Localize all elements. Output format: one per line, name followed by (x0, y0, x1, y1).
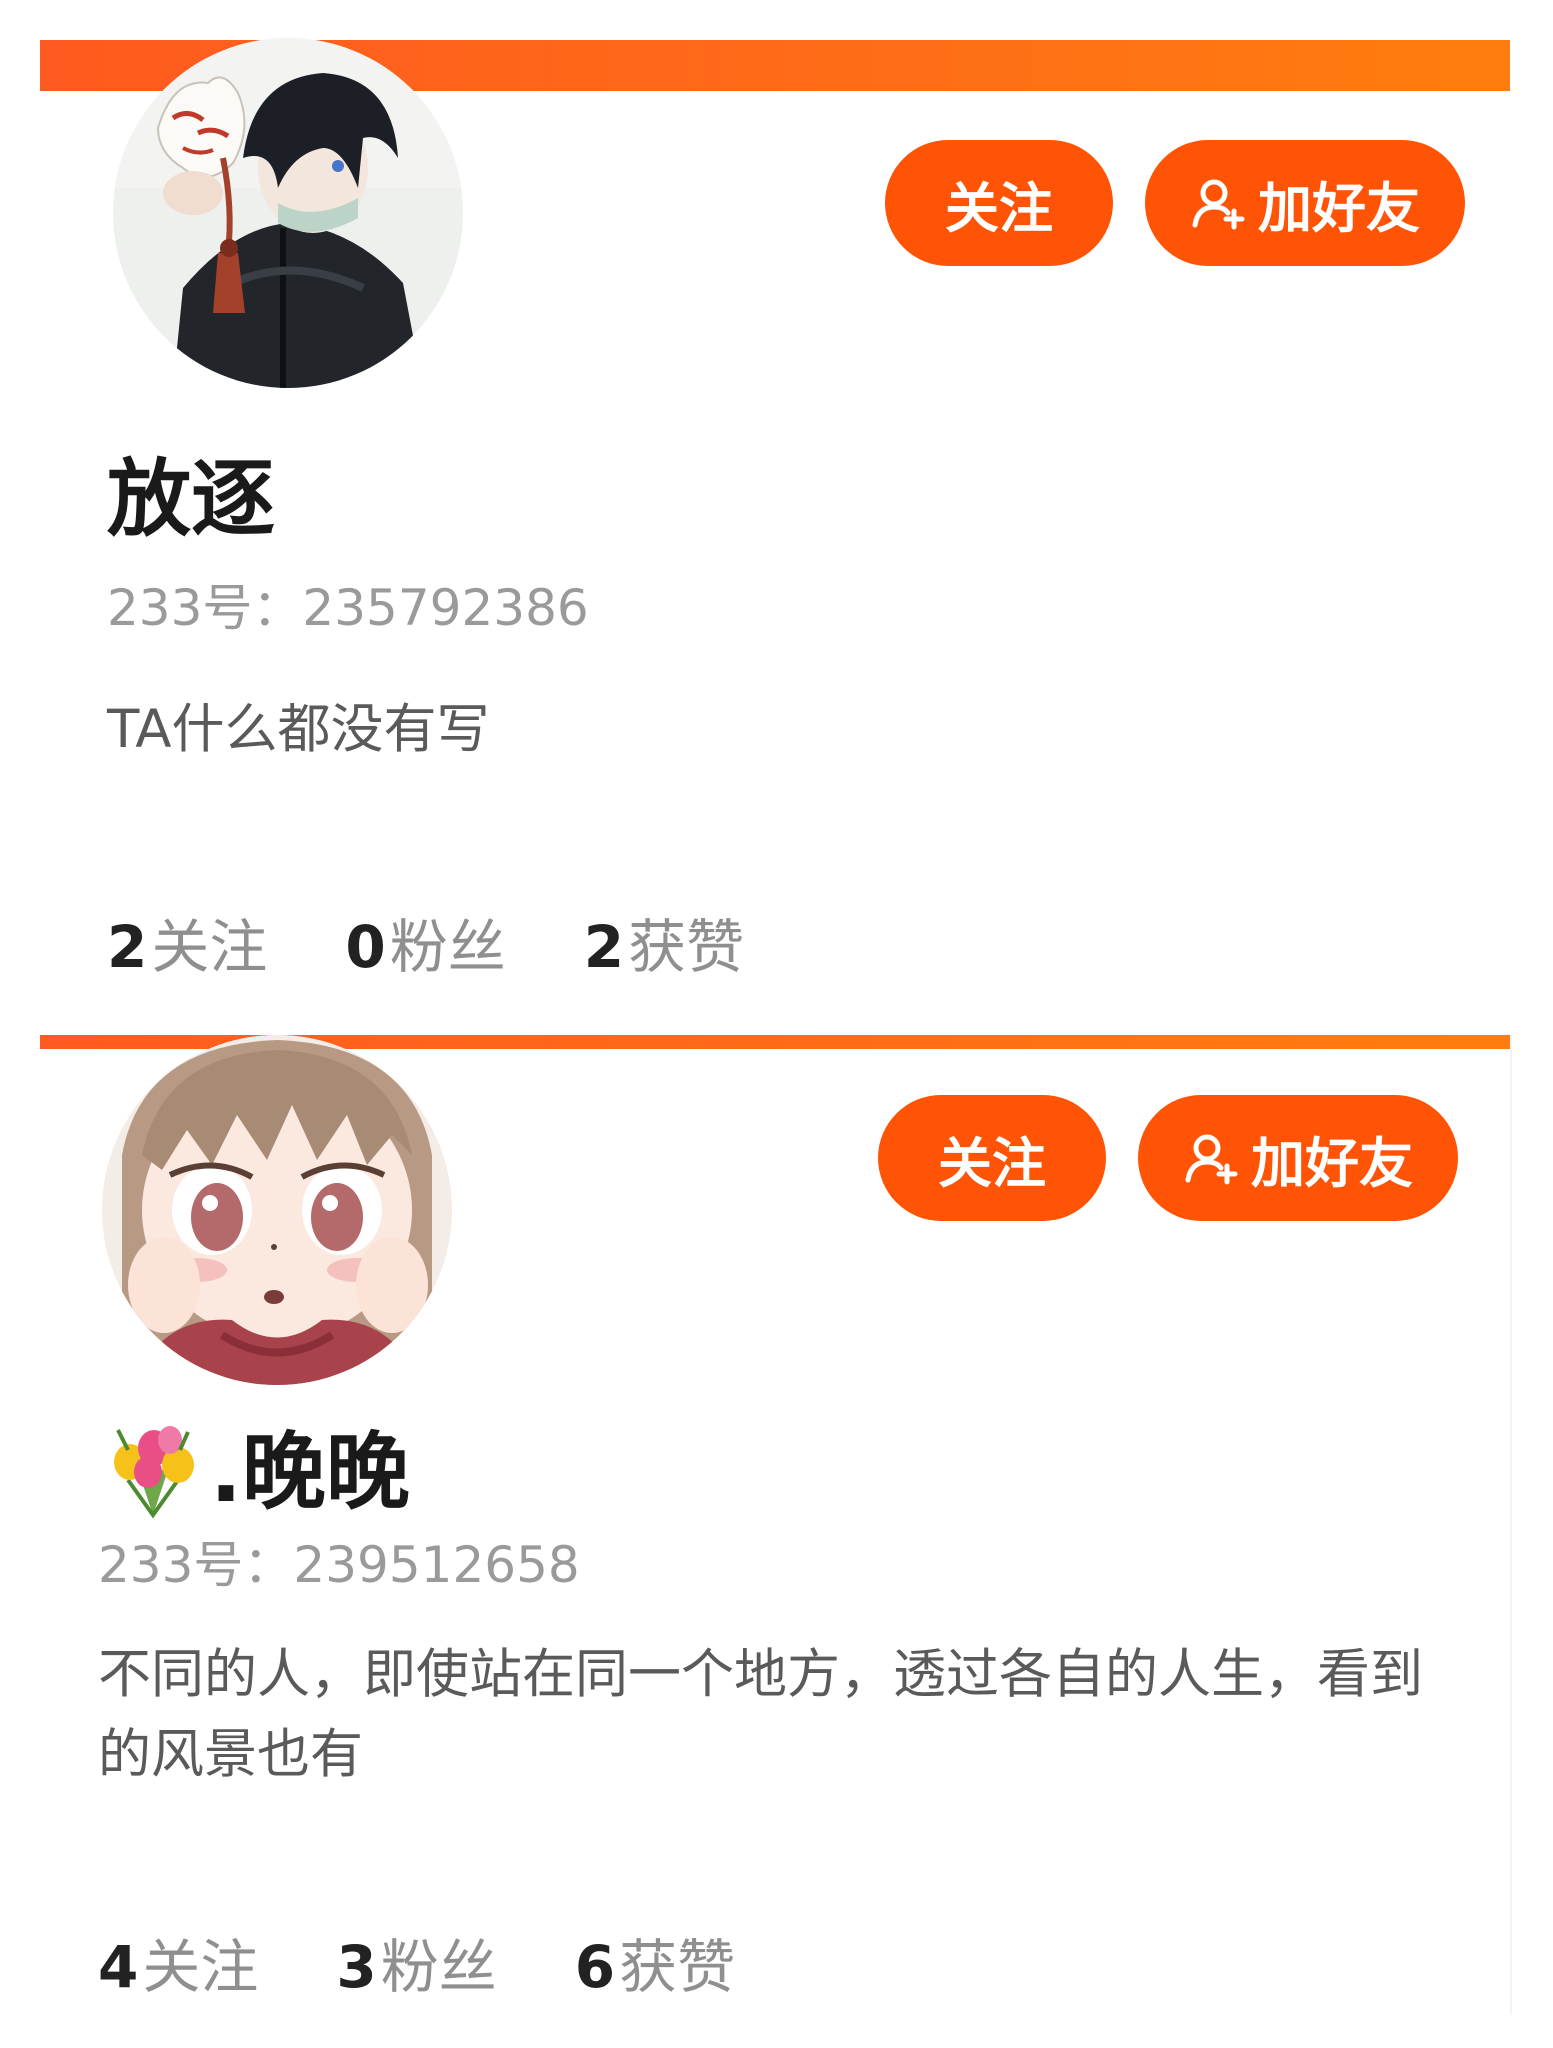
add-user-icon (1185, 1134, 1238, 1185)
stat-likes-label: 获赞 (628, 913, 745, 981)
follow-button-label: 关注 (938, 1131, 1046, 1195)
avatar-anime-girl-icon (102, 1035, 452, 1385)
stat-following-count: 4 (98, 1933, 139, 2001)
user-id: 233号：235792386 (107, 579, 589, 637)
stat-likes[interactable]: 6 获赞 (575, 1920, 735, 2004)
add-friend-button[interactable]: 加好友 (1138, 1095, 1458, 1221)
stat-fans[interactable]: 0 粉丝 (345, 900, 505, 984)
add-friend-button-label: 加好友 (1258, 176, 1420, 240)
avatar-masked-boy-icon (113, 38, 463, 388)
nickname-text: .晚晚 (210, 1422, 410, 1521)
add-friend-button[interactable]: 加好友 (1145, 140, 1465, 266)
follow-button-label: 关注 (945, 176, 1053, 240)
follow-button[interactable]: 关注 (878, 1095, 1106, 1221)
stat-following[interactable]: 4 关注 (98, 1920, 258, 2004)
nickname-text: 放逐 (107, 449, 276, 548)
profile-card: 关注 加好友 .晚晚 233号：239512658 不同的人，即使站在同一个地方… (40, 1035, 1512, 2015)
add-user-icon (1192, 179, 1245, 230)
stat-fans[interactable]: 3 粉丝 (336, 1920, 496, 2004)
stat-likes-count: 2 (583, 913, 625, 981)
profile-card: 关注 加好友 放逐 233号：235792386 TA什么都没有写 2 关注 0… (40, 38, 1510, 1000)
stat-fans-count: 3 (336, 1933, 377, 2001)
bouquet-icon (114, 1426, 194, 1519)
add-friend-button-label: 加好友 (1251, 1131, 1413, 1195)
stat-fans-count: 0 (345, 913, 386, 981)
stat-following-label: 关注 (142, 1933, 259, 2001)
stat-following-count: 2 (107, 913, 148, 981)
stat-fans-label: 粉丝 (389, 913, 506, 981)
stat-fans-label: 粉丝 (380, 1933, 497, 2001)
bio-text: 不同的人，即使站在同一个地方，透过各自的人生，看到的风景也有 (98, 1644, 1423, 1785)
nickname: 放逐 (107, 442, 275, 548)
stats-row: 2 关注 0 粉丝 2 获赞 (107, 900, 822, 984)
user-id: 233号：239512658 (98, 1536, 580, 1594)
stat-following[interactable]: 2 关注 (107, 900, 267, 984)
nickname: .晚晚 (98, 1415, 410, 1521)
bio-text: TA什么都没有写 (107, 699, 490, 760)
stat-following-label: 关注 (151, 913, 268, 981)
follow-button[interactable]: 关注 (885, 140, 1113, 266)
stat-likes[interactable]: 2 获赞 (584, 900, 744, 984)
stats-row: 4 关注 3 粉丝 6 获赞 (98, 1920, 813, 2004)
avatar[interactable] (113, 38, 463, 388)
stat-likes-label: 获赞 (619, 1933, 736, 2001)
avatar[interactable] (102, 1035, 452, 1385)
stat-likes-count: 6 (574, 1933, 616, 2001)
